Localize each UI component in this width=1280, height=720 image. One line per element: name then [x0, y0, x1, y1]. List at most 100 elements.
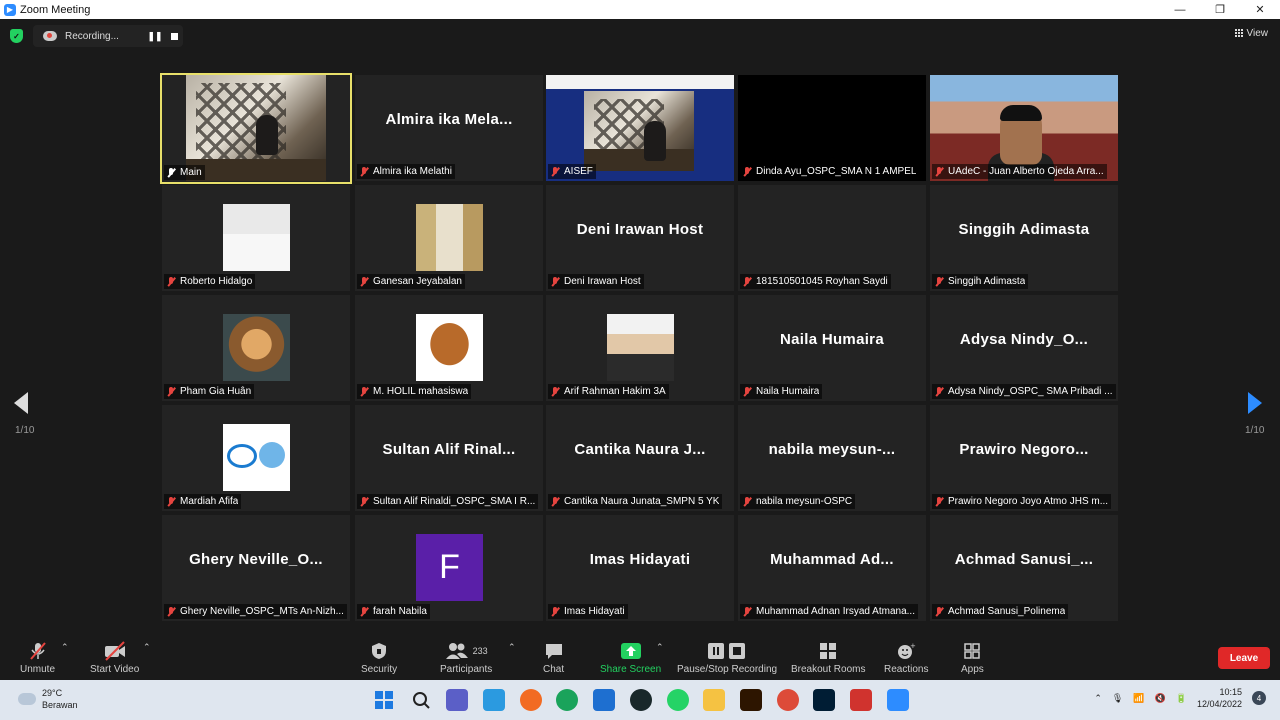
audio-options-caret-icon[interactable]: ⌃ — [61, 642, 69, 653]
illustrator-icon[interactable] — [740, 689, 762, 711]
photoshop-icon[interactable] — [813, 689, 835, 711]
participant-tile[interactable]: Imas Hidayati Imas Hidayati — [546, 515, 734, 621]
firefox-icon[interactable] — [520, 689, 542, 711]
muted-mic-icon — [359, 496, 369, 507]
reactions-smiley-icon: + — [896, 640, 916, 662]
meeting-toolbar: Unmute ⌃ Start Video ⌃ Security 233 Part… — [0, 634, 1280, 680]
microphone-tray-icon[interactable]: 🎙 — [1112, 693, 1123, 704]
gallery-view: 1/10 1/10 Main Almira ika Mela... Almira i… — [0, 54, 1280, 634]
participant-tile[interactable]: Singgih Adimasta Singgih Adimasta — [930, 185, 1118, 291]
u-app-icon[interactable] — [630, 689, 652, 711]
stop-recording-icon[interactable] — [171, 32, 178, 40]
participant-tile[interactable]: Cantika Naura J... Cantika Naura Junata_S… — [546, 405, 734, 511]
muted-mic-icon — [742, 166, 752, 177]
participant-tile[interactable]: Achmad Sanusi_... Achmad Sanusi_Polinema — [930, 515, 1118, 621]
participant-name: Almira ika Melathi — [373, 166, 452, 177]
weather-widget[interactable]: 29°C Berawan — [18, 687, 78, 711]
grid-icon — [1234, 29, 1244, 38]
participant-tile[interactable]: Arif Rahman Hakim 3A — [546, 295, 734, 401]
participant-tile[interactable]: Muhammad Ad... Muhammad Adnan Irsyad Atma… — [738, 515, 926, 621]
windows-start-icon[interactable] — [373, 689, 395, 711]
participant-tile[interactable]: Deni Irawan Host Deni Irawan Host — [546, 185, 734, 291]
security-button[interactable]: Security — [361, 640, 397, 675]
clock[interactable]: 10:15 12/04/2022 — [1197, 686, 1242, 710]
participant-tile[interactable]: Mardiah Afifa — [162, 405, 350, 511]
wifi-icon[interactable]: 📶 — [1133, 693, 1144, 704]
participant-tile[interactable]: Naila Humaira Naila Humaira — [738, 295, 926, 401]
zoom-taskbar-icon[interactable] — [887, 689, 909, 711]
security-label: Security — [361, 664, 398, 675]
muted-mic-icon — [359, 606, 369, 617]
participant-tile[interactable]: Main — [160, 73, 352, 184]
participant-tile[interactable]: Ganesan Jeyabalan — [355, 185, 543, 291]
next-page-arrow-icon[interactable] — [1248, 392, 1268, 414]
chat-button[interactable]: Chat — [543, 640, 564, 675]
video-options-caret-icon[interactable]: ⌃ — [143, 642, 151, 653]
close-button[interactable]: ✕ — [1240, 0, 1280, 19]
zoom-app-icon: ▶ — [4, 3, 16, 16]
leave-button[interactable]: Leave — [1218, 647, 1270, 669]
speaker-muted-icon[interactable]: 🔇 — [1155, 693, 1166, 704]
participant-tile[interactable]: Ffarah Nabila — [355, 515, 543, 621]
mail-icon[interactable] — [593, 689, 615, 711]
share-screen-button[interactable]: Share Screen — [600, 640, 661, 675]
participant-display-name: nabila meysun-... — [768, 441, 896, 458]
participant-tile[interactable]: 181510501045 Royhan Saydi — [738, 185, 926, 291]
participant-tile[interactable]: M. HOLIL mahasiswa — [355, 295, 543, 401]
participant-name: farah Nabila — [373, 606, 427, 617]
pause-recording-icon[interactable]: ❚❚ — [145, 31, 165, 42]
participant-tile[interactable]: Almira ika Mela... Almira ika Melathi — [355, 75, 543, 181]
previous-page-arrow-icon[interactable] — [14, 392, 34, 414]
share-options-caret-icon[interactable]: ⌃ — [656, 642, 664, 653]
participant-tile[interactable]: nabila meysun-... nabila meysun-OSPC — [738, 405, 926, 511]
muted-mic-icon — [166, 276, 176, 287]
muted-mic-icon — [934, 496, 944, 507]
unmute-button[interactable]: Unmute — [20, 640, 55, 675]
cloud-record-icon — [43, 31, 57, 41]
apps-label: Apps — [961, 664, 984, 675]
window-titlebar: ▶ Zoom Meeting — ❐ ✕ — [0, 0, 1280, 19]
participant-name: M. HOLIL mahasiswa — [373, 386, 469, 397]
l-app-icon[interactable] — [483, 689, 505, 711]
whatsapp-icon[interactable] — [667, 689, 689, 711]
participant-tile[interactable]: Sultan Alif Rinal... Sultan Alif Rinaldi_… — [355, 405, 543, 511]
notification-badge[interactable]: 4 — [1252, 691, 1266, 705]
participant-name: Roberto Hidalgo — [180, 276, 253, 287]
wps-office-icon[interactable] — [850, 689, 872, 711]
participant-tile[interactable]: Pham Gia Huân — [162, 295, 350, 401]
minimize-button[interactable]: — — [1160, 0, 1200, 19]
muted-mic-icon — [934, 606, 944, 617]
window-title: Zoom Meeting — [20, 3, 91, 16]
participant-tile[interactable]: Ghery Neville_O... Ghery Neville_OSPC_MTs… — [162, 515, 350, 621]
chrome-icon[interactable] — [777, 689, 799, 711]
weather-condition: Berawan — [42, 700, 78, 710]
pause-stop-recording-button[interactable]: Pause/Stop Recording — [677, 640, 777, 675]
participant-tile[interactable]: Dinda Ayu_OSPC_SMA N 1 AMPEL — [738, 75, 926, 181]
view-button[interactable]: View — [1234, 28, 1269, 39]
muted-mic-icon — [934, 386, 944, 397]
participants-caret-icon[interactable]: ⌃ — [508, 642, 516, 653]
teams-chat-icon[interactable] — [446, 689, 468, 711]
participant-nameplate: nabila meysun-OSPC — [740, 494, 856, 509]
reactions-button[interactable]: + Reactions — [884, 640, 928, 675]
show-hidden-icons-chevron-icon[interactable]: ⌃ — [1094, 693, 1102, 704]
breakout-rooms-button[interactable]: Breakout Rooms — [791, 640, 865, 675]
encryption-shield-icon[interactable]: ✓ — [10, 29, 23, 43]
participant-name: UAdeC - Juan Alberto Ojeda Arra... — [948, 166, 1104, 177]
search-icon[interactable] — [410, 689, 432, 711]
page-indicator-left: 1/10 — [15, 425, 35, 436]
edge-icon[interactable] — [556, 689, 578, 711]
start-video-button[interactable]: Start Video — [90, 640, 139, 675]
battery-icon[interactable]: 🔋 — [1176, 693, 1187, 704]
participant-tile[interactable]: AISEF — [546, 75, 734, 181]
participant-tile[interactable]: Adysa Nindy_O... Adysa Nindy_OSPC_ SMA Pr… — [930, 295, 1118, 401]
apps-button[interactable]: Apps — [961, 640, 984, 675]
participant-tile[interactable]: Prawiro Negoro... Prawiro Negoro Joyo Atm… — [930, 405, 1118, 511]
participant-tile[interactable]: UAdeC - Juan Alberto Ojeda Arra... — [930, 75, 1118, 181]
participant-nameplate: Ganesan Jeyabalan — [357, 274, 465, 289]
view-label: View — [1246, 28, 1269, 39]
maximize-button[interactable]: ❐ — [1200, 0, 1240, 19]
file-explorer-icon[interactable] — [703, 689, 725, 711]
participant-tile[interactable]: Roberto Hidalgo — [162, 185, 350, 291]
participants-button[interactable]: 233 Participants — [440, 640, 492, 675]
